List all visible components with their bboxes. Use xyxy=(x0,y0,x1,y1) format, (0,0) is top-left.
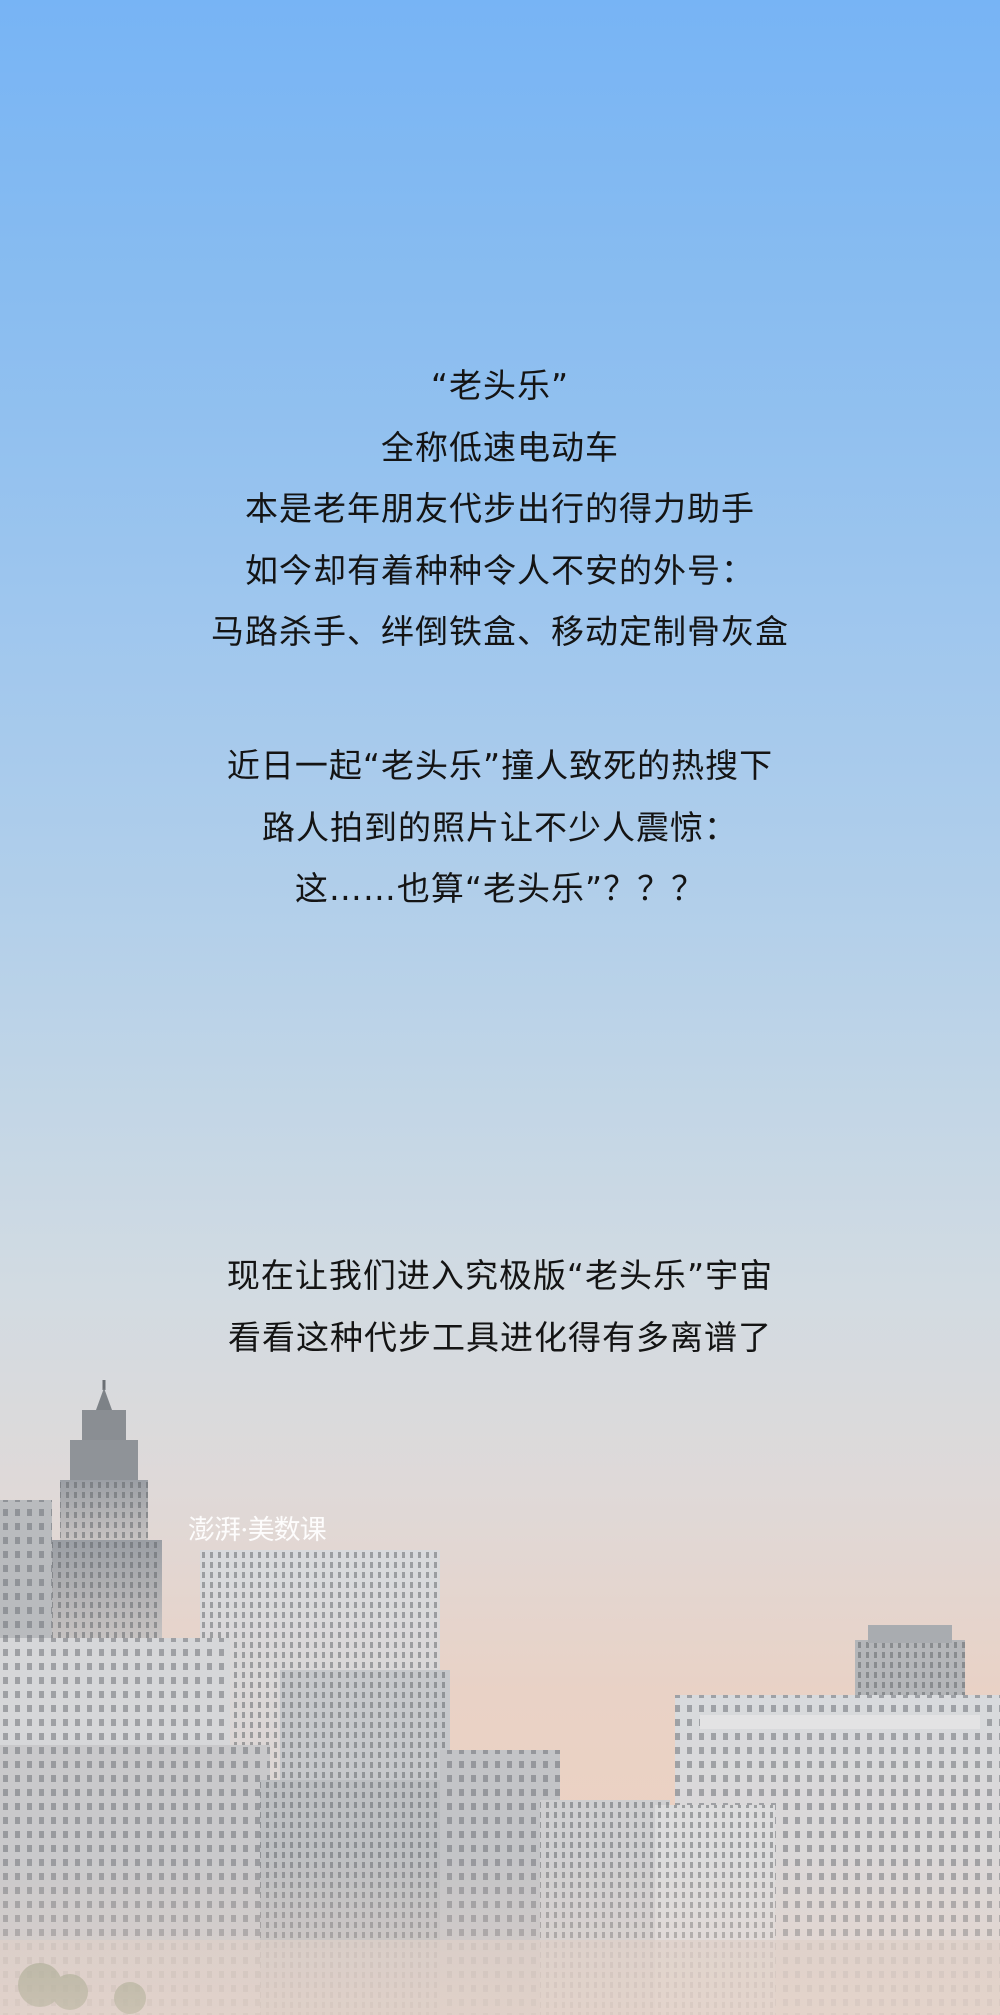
news-text-block: 近日一起“老头乐”撞人致死的热搜下 路人拍到的照片让不少人震惊： 这……也算“老… xyxy=(0,735,1000,920)
intro-line: 如今却有着种种令人不安的外号： xyxy=(245,550,755,590)
outro-text-block: 现在让我们进入究极版“老头乐”宇宙 看看这种代步工具进化得有多离谱了 xyxy=(0,1245,1000,1368)
intro-line: 马路杀手、绊倒铁盒、移动定制骨灰盒 xyxy=(211,612,789,651)
bottom-haze-overlay xyxy=(0,1855,1000,2015)
intro-title: “老头乐” xyxy=(430,366,570,405)
poster-scene: “老头乐” 全称低速电动车 本是老年朋友代步出行的得力助手 如今却有着种种令人不… xyxy=(0,0,1000,2015)
intro-line: 全称低速电动车 xyxy=(381,427,619,467)
intro-line: 本是老年朋友代步出行的得力助手 xyxy=(245,489,755,528)
news-line: 路人拍到的照片让不少人震惊： xyxy=(262,807,738,847)
intro-text-block: “老头乐” 全称低速电动车 本是老年朋友代步出行的得力助手 如今却有着种种令人不… xyxy=(0,355,1000,663)
outro-line: 看看这种代步工具进化得有多离谱了 xyxy=(228,1317,772,1357)
brand-watermark: 澎湃·美数课 xyxy=(188,1515,327,1546)
news-line: 近日一起“老头乐”撞人致死的热搜下 xyxy=(226,746,774,785)
outro-line: 现在让我们进入究极版“老头乐”宇宙 xyxy=(226,1256,774,1295)
skyscraper-left xyxy=(0,1380,162,1640)
news-line: 这……也算“老头乐”？？？ xyxy=(294,869,706,908)
